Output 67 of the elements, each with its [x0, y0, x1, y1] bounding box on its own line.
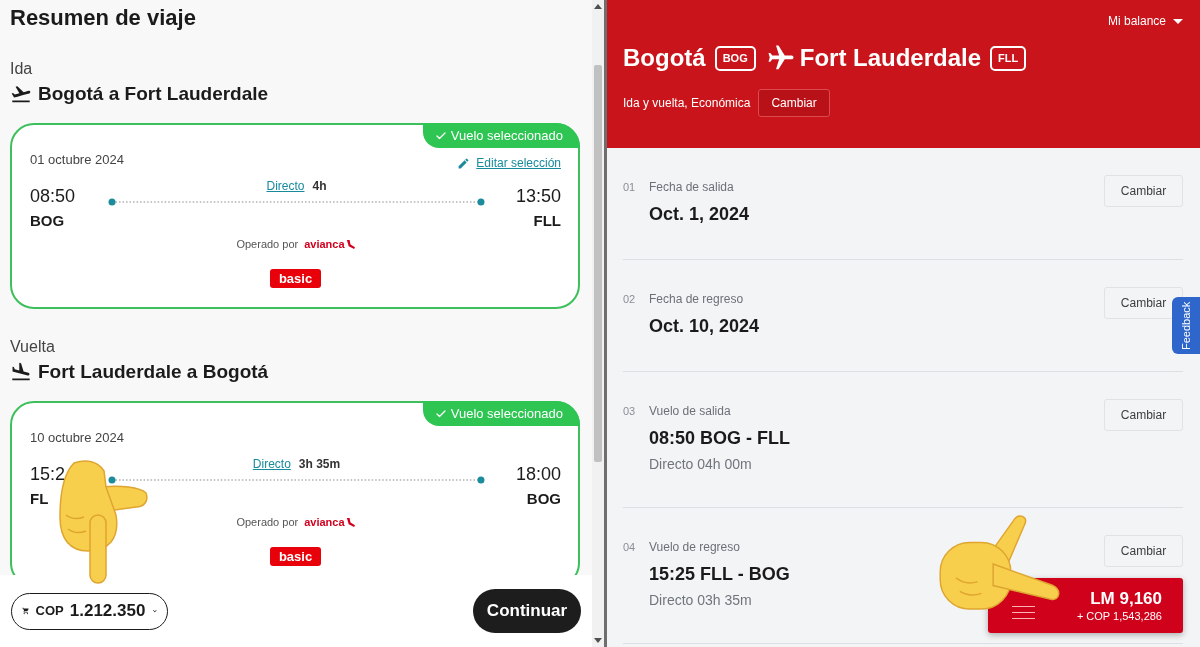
plane-takeoff-icon	[10, 83, 32, 105]
departure-time: 08:50	[30, 185, 76, 207]
step-label: Fecha de salida	[649, 179, 734, 195]
leg-direction-label: Vuelta	[10, 337, 56, 357]
flight-date: 01 octubre 2024	[30, 152, 124, 168]
route-heading: Fort Lauderdale a Bogotá	[38, 360, 269, 384]
pencil-icon	[457, 156, 471, 170]
arrival-airport-code: BOG	[526, 490, 561, 508]
caret-down-icon	[1173, 18, 1183, 24]
step-detail: Directo 04h 00m	[649, 455, 752, 474]
departure-airport-code: FL	[30, 490, 49, 508]
step-number: 03	[623, 404, 637, 419]
scrollbar[interactable]	[592, 0, 604, 647]
step-number: 04	[623, 540, 637, 555]
feedback-tab[interactable]: Feedback	[1172, 297, 1200, 354]
arrival-time: 13:50	[515, 185, 561, 207]
step-label: Vuelo de regreso	[649, 539, 740, 555]
flight-duration: 4h	[312, 178, 327, 194]
step-value: 08:50 BOG - FLL	[649, 427, 791, 450]
flight-date: 10 octubre 2024	[30, 430, 124, 446]
step-label: Fecha de regreso	[649, 291, 744, 307]
destination-code: FLL	[990, 45, 1027, 71]
step-label: Vuelo de salida	[649, 403, 731, 419]
step-detail: Directo 03h 35m	[649, 591, 752, 610]
departure-time: 15:2	[30, 463, 66, 485]
stops-link[interactable]: Directo	[252, 456, 291, 472]
fare-tag: basic	[269, 547, 322, 566]
balance-menu[interactable]: Mi balance	[1107, 13, 1183, 29]
arrival-time: 18:00	[515, 463, 561, 485]
selected-flight-label: Vuelo seleccionado	[450, 127, 563, 144]
change-trip-button[interactable]: Cambiar	[758, 89, 830, 117]
airline-name: avianca	[304, 515, 345, 529]
trip-type-label: Ida y vuelta, Económica	[623, 95, 751, 111]
edit-selection-link[interactable]: Editar selección	[457, 155, 561, 171]
change-button[interactable]: Cambiar	[1104, 399, 1183, 431]
arrival-airport-code: FLL	[533, 212, 561, 230]
step-value: Oct. 1, 2024	[649, 203, 750, 226]
scrollbar-thumb[interactable]	[594, 65, 602, 462]
page-title: Resumen de viaje	[10, 4, 197, 32]
total-price-dropdown[interactable]: COP 1.212.350	[11, 592, 168, 630]
flight-duration: 3h 35m	[298, 456, 341, 472]
scroll-down-arrow-icon[interactable]	[594, 638, 602, 643]
selected-flight-label: Vuelo seleccionado	[450, 405, 563, 422]
fare-tag: basic	[269, 269, 322, 288]
step-value: Oct. 10, 2024	[649, 315, 760, 338]
scroll-up-arrow-icon[interactable]	[594, 4, 602, 9]
swoosh-icon	[345, 239, 355, 249]
change-button[interactable]: Cambiar	[1104, 287, 1183, 319]
change-button[interactable]: Cambiar	[1104, 535, 1183, 567]
step-number: 01	[623, 180, 637, 195]
step-number: 02	[623, 292, 637, 307]
departure-airport-code: BOG	[30, 212, 65, 230]
menu-icon	[1012, 606, 1035, 619]
destination-city: Fort Lauderdale	[799, 44, 982, 72]
origin-code: BOG	[714, 45, 756, 71]
plane-landing-icon	[10, 361, 32, 383]
origin-city: Bogotá	[623, 44, 706, 72]
continue-button[interactable]: Continuar	[473, 589, 581, 633]
route-heading: Bogotá a Fort Lauderdale	[38, 82, 269, 106]
airline-name: avianca	[304, 237, 345, 251]
stops-link[interactable]: Directo	[266, 178, 305, 194]
operated-by-label: Operado por	[236, 237, 299, 251]
operated-by-label: Operado por	[236, 515, 299, 529]
step-value: 15:25 FLL - BOG	[649, 563, 790, 586]
change-button[interactable]: Cambiar	[1104, 175, 1183, 207]
leg-direction-label: Ida	[10, 59, 34, 79]
swoosh-icon	[345, 517, 355, 527]
